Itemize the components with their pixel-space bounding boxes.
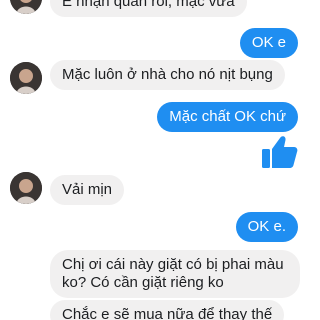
message-bubble-incoming[interactable]: Vải mịn	[50, 175, 125, 205]
message-bubble-outgoing[interactable]: Mặc chất OK chứ	[157, 102, 298, 132]
avatar-photo-icon	[10, 62, 42, 94]
message-bubble-outgoing[interactable]: OK e	[239, 28, 298, 58]
avatar-photo-icon	[10, 0, 42, 14]
message-bubble-incoming[interactable]: Chị ơi cái này giặt có bị phai màu ko? C…	[50, 250, 300, 298]
contact-avatar[interactable]	[10, 172, 42, 204]
avatar-photo-icon	[10, 172, 42, 204]
message-bubble-incoming[interactable]: Mặc luôn ở nhà cho nó nịt bụng	[50, 60, 285, 90]
thumbs-up-icon[interactable]	[262, 135, 298, 169]
message-bubble-incoming[interactable]: Chắc e sẽ mua nữa để thay thế	[50, 300, 285, 320]
message-bubble-incoming[interactable]: E nhận quần rồi, mặc vừa	[50, 0, 247, 17]
contact-avatar[interactable]	[10, 62, 42, 94]
message-bubble-outgoing[interactable]: OK e.	[235, 212, 298, 242]
contact-avatar[interactable]	[10, 0, 42, 14]
chat-screen: E nhận quần rồi, mặc vừa OK e Mặc luôn ở…	[0, 0, 320, 320]
